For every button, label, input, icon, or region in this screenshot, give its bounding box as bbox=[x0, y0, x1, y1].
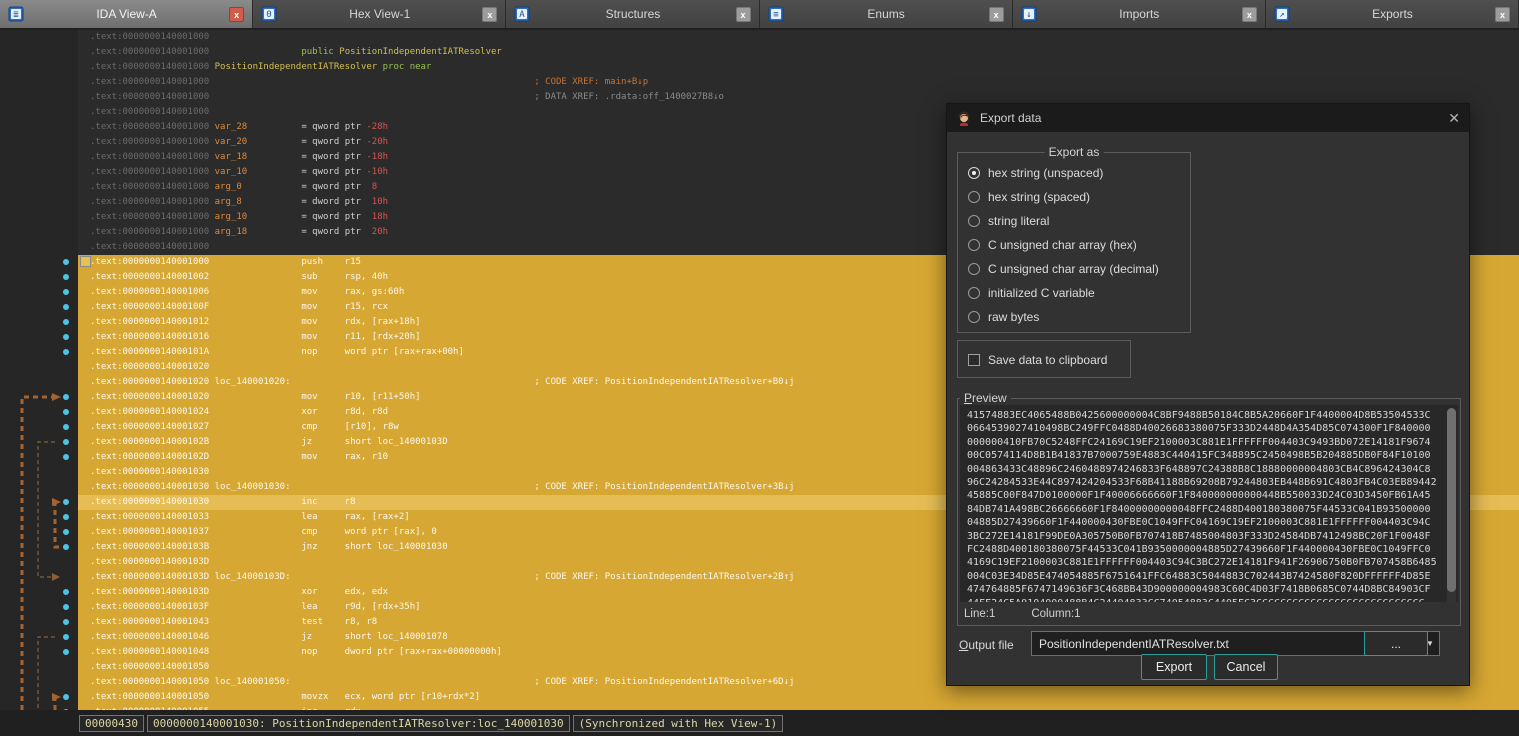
disassembly-line[interactable]: .text:0000000140001000 PositionIndepende… bbox=[78, 60, 1519, 75]
radio-icon[interactable] bbox=[968, 311, 980, 323]
radio-label: initialized C variable bbox=[988, 286, 1095, 300]
tab-enums[interactable]: ≡ Enumsx bbox=[760, 0, 1013, 28]
tab-bar: ≣ IDA View-A x 0 Hex View-1 x A Structures x ≡ Enu… bbox=[0, 0, 1519, 30]
svg-text:A: A bbox=[520, 10, 526, 20]
svg-text:≡: ≡ bbox=[773, 10, 779, 20]
imports-icon: ↓ bbox=[1021, 6, 1037, 22]
radio-label: raw bytes bbox=[988, 310, 1039, 324]
preview-groupbox: Preview 41574883EC4065488B0425600000004C… bbox=[957, 398, 1461, 626]
tab-label: Structures bbox=[536, 7, 729, 21]
export-as-legend: Export as bbox=[1045, 145, 1104, 159]
tab-hex-view-1[interactable]: 0 Hex View-1 x bbox=[253, 0, 506, 28]
output-file-label: Output file bbox=[959, 638, 1014, 652]
radio-option-hex-string-spaced-[interactable]: hex string (spaced) bbox=[968, 189, 1090, 205]
tab-label: Exports bbox=[1296, 7, 1489, 21]
disassembly-line[interactable]: .text:0000000140001000 ; CODE XREF: main… bbox=[78, 75, 1519, 90]
tab-close-icon[interactable]: x bbox=[989, 7, 1004, 22]
clipboard-option[interactable]: Save data to clipboard bbox=[968, 352, 1107, 368]
status-bar: 000004300000000140001030: PositionIndepe… bbox=[0, 710, 1519, 736]
browse-button[interactable]: ... bbox=[1364, 631, 1428, 656]
export-as-groupbox: Export as hex string (unspaced)hex strin… bbox=[957, 152, 1191, 333]
exports-icon: ↗ bbox=[1274, 6, 1290, 22]
svg-text:↓: ↓ bbox=[1026, 10, 1031, 20]
radio-icon[interactable] bbox=[968, 191, 980, 203]
ida-view-icon: ≣ bbox=[8, 6, 24, 22]
preview-caret-status: Line:1 Column:1 bbox=[964, 605, 1081, 622]
tab-close-icon[interactable]: x bbox=[736, 7, 751, 22]
tab-close-icon[interactable]: x bbox=[229, 7, 244, 22]
export-button[interactable]: Export bbox=[1141, 654, 1207, 680]
radio-option-raw-bytes[interactable]: raw bytes bbox=[968, 309, 1039, 325]
tab-close-icon[interactable]: x bbox=[1242, 7, 1257, 22]
tab-label: Hex View-1 bbox=[283, 7, 476, 21]
clipboard-groupbox: Save data to clipboard bbox=[957, 340, 1131, 378]
ida-window: ≣ IDA View-A x 0 Hex View-1 x A Structures x ≡ Enu… bbox=[0, 0, 1519, 736]
preview-line-indicator: Line:1 bbox=[964, 608, 995, 620]
cursor-position-marker bbox=[80, 256, 91, 267]
tab-label: Imports bbox=[1043, 7, 1236, 21]
radio-label: hex string (unspaced) bbox=[988, 166, 1103, 180]
svg-text:≣: ≣ bbox=[13, 10, 19, 20]
dialog-close-icon[interactable]: ✕ bbox=[1448, 110, 1460, 127]
preview-textarea[interactable]: 41574883EC4065488B0425600000004C8BF9488B… bbox=[960, 405, 1458, 602]
jump-arrow-thick bbox=[22, 397, 59, 710]
radio-label: C unsigned char array (decimal) bbox=[988, 262, 1159, 276]
output-file-input[interactable]: PositionIndependentIATResolver.txt bbox=[1031, 631, 1421, 656]
radio-label: C unsigned char array (hex) bbox=[988, 238, 1137, 252]
enums-icon: ≡ bbox=[768, 6, 784, 22]
disassembly-line[interactable]: .text:0000000140001000 public PositionIn… bbox=[78, 45, 1519, 60]
svg-text:0: 0 bbox=[266, 10, 271, 20]
disassembly-margin bbox=[0, 30, 78, 710]
tab-label: Enums bbox=[790, 7, 983, 21]
svg-text:↗: ↗ bbox=[1279, 10, 1284, 20]
instruction-dots bbox=[63, 259, 69, 710]
disassembly-line[interactable]: .text:0000000140001050 movzx ecx, word p… bbox=[78, 690, 1519, 705]
status-cell: 00000430 bbox=[79, 715, 144, 732]
preview-scrollbar[interactable] bbox=[1447, 408, 1456, 606]
radio-icon[interactable] bbox=[968, 167, 980, 179]
tab-imports[interactable]: ↓ Imports x bbox=[1013, 0, 1266, 28]
clipboard-checkbox[interactable] bbox=[968, 354, 980, 366]
export-data-dialog: Export data ✕ Export as hex string (unsp… bbox=[946, 103, 1470, 686]
structures-icon: A bbox=[514, 6, 530, 22]
preview-scrollbar-thumb[interactable] bbox=[1447, 408, 1456, 592]
preview-legend: Preview bbox=[960, 391, 1011, 405]
radio-label: hex string (spaced) bbox=[988, 190, 1090, 204]
tab-label: IDA View-A bbox=[30, 7, 223, 21]
export-data-dialog-icon bbox=[956, 110, 972, 126]
disassembly-line[interactable]: .text:0000000140001000 bbox=[78, 30, 1519, 45]
cancel-button[interactable]: Cancel bbox=[1214, 654, 1278, 680]
dialog-title: Export data bbox=[980, 111, 1440, 125]
radio-icon[interactable] bbox=[968, 215, 980, 227]
radio-option-hex-string-unspaced-[interactable]: hex string (unspaced) bbox=[968, 165, 1103, 181]
radio-icon[interactable] bbox=[968, 287, 980, 299]
dialog-title-bar[interactable]: Export data ✕ bbox=[947, 104, 1469, 132]
status-cell: 0000000140001030: PositionIndependentIAT… bbox=[147, 715, 570, 732]
jump-arrows-graphic bbox=[0, 30, 78, 710]
radio-option-string-literal[interactable]: string literal bbox=[968, 213, 1049, 229]
radio-icon[interactable] bbox=[968, 239, 980, 251]
radio-label: string literal bbox=[988, 214, 1049, 228]
hex-view-icon: 0 bbox=[261, 6, 277, 22]
tab-close-icon[interactable]: x bbox=[1495, 7, 1510, 22]
clipboard-label: Save data to clipboard bbox=[988, 353, 1107, 367]
radio-option-c-unsigned-char-array-decimal-[interactable]: C unsigned char array (decimal) bbox=[968, 261, 1159, 277]
tab-exports[interactable]: ↗ Exports x bbox=[1266, 0, 1519, 28]
preview-column-indicator: Column:1 bbox=[1031, 608, 1080, 620]
status-cell: (Synchronized with Hex View-1) bbox=[573, 715, 784, 732]
tab-ida-view-a[interactable]: ≣ IDA View-A x bbox=[0, 0, 253, 28]
tab-close-icon[interactable]: x bbox=[482, 7, 497, 22]
radio-option-c-unsigned-char-array-hex-[interactable]: C unsigned char array (hex) bbox=[968, 237, 1137, 253]
radio-icon[interactable] bbox=[968, 263, 980, 275]
radio-option-initialized-c-variable[interactable]: initialized C variable bbox=[968, 285, 1095, 301]
tab-structures[interactable]: A Structures x bbox=[506, 0, 759, 28]
